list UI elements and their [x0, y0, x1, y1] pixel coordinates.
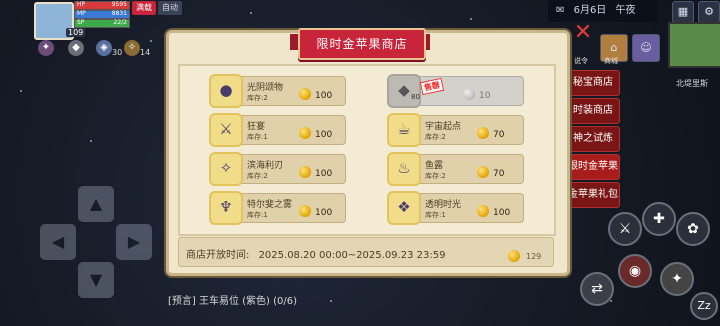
- apple-coin-icon: [463, 88, 475, 100]
- minimap[interactable]: [668, 22, 720, 68]
- shop-item-3[interactable]: ⚔ 狂宴 库存:1 100: [209, 113, 346, 147]
- dpad[interactable]: ▲ ◀ ▶ ▼: [40, 186, 152, 298]
- buff-count-1: 30: [112, 48, 123, 57]
- player-level: 109: [66, 28, 86, 37]
- dpad-up[interactable]: ▲: [78, 186, 114, 222]
- mail-icon: ✉: [556, 5, 565, 16]
- shield-icon[interactable]: ◆: [68, 40, 84, 56]
- item-stock: 库存:1: [247, 133, 268, 141]
- sword-icon: ⚔: [209, 113, 243, 147]
- apple-currency-icon: [508, 250, 520, 262]
- apple-coin-icon: [299, 205, 311, 217]
- apple-coin-icon: [299, 166, 311, 178]
- shop-open-period: 商店开放时间: 2025.08.20 00:00~2025.09.23 23:5…: [186, 246, 445, 261]
- rune-icon[interactable]: ✧: [124, 40, 140, 56]
- buff-count-2: 14: [140, 48, 151, 57]
- item-name: 透明时光: [425, 200, 462, 210]
- shop-item-7[interactable]: ♆ 特尔斐之雾 库存:1 100: [209, 191, 346, 225]
- item-name: 滨海利刃: [247, 161, 284, 171]
- bottle-icon: ♨: [387, 152, 421, 186]
- side-menu-treasure-shop[interactable]: 秘宝商店: [566, 70, 620, 96]
- item-stock: 80: [411, 93, 420, 101]
- item-stock: 库存:2: [425, 133, 446, 141]
- skill-potion-icon[interactable]: ✚: [642, 202, 676, 236]
- skill-sword-icon[interactable]: ⚔: [608, 212, 642, 246]
- sp-bar: SP 22/2: [74, 19, 130, 28]
- item-stock: 库存:2: [425, 172, 446, 180]
- shop-item-8[interactable]: ❖ 透明时光 库存:1 100: [387, 191, 524, 225]
- apple-coin-icon: [477, 205, 489, 217]
- item-price: 100: [315, 169, 333, 179]
- crystal-buff-icon[interactable]: ◈: [96, 40, 112, 56]
- item-name: 鱼露: [425, 161, 444, 171]
- shop-item-2[interactable]: ◆ 售罄 80 10: [387, 74, 524, 108]
- hp-bar: HP 9595: [74, 1, 130, 10]
- auto-mode-tag[interactable]: 自动: [158, 1, 182, 15]
- crystal-icon: ❖: [387, 191, 421, 225]
- shop-item-6[interactable]: ♨ 鱼露 库存:2 70: [387, 152, 524, 186]
- dpad-right[interactable]: ▶: [116, 224, 152, 260]
- teapot-icon: ☕: [387, 113, 421, 147]
- settings-icon[interactable]: ⚙: [698, 1, 720, 23]
- mp-bar: MP 8831: [74, 10, 130, 19]
- item-name: 狂宴: [247, 122, 266, 132]
- item-price: 100: [493, 208, 511, 218]
- item-stock: 库存:2: [247, 94, 268, 102]
- item-price: 100: [315, 208, 333, 218]
- auto-load-tag[interactable]: 满载: [132, 1, 156, 15]
- item-price: 10: [479, 91, 491, 101]
- pouch-icon[interactable]: ✦: [660, 262, 694, 296]
- apple-coin-icon: [477, 127, 489, 139]
- item-name: 光阴颂物: [247, 83, 284, 93]
- apple-coin-icon: [299, 127, 311, 139]
- item-price: 70: [493, 169, 505, 179]
- side-menu-god-trial[interactable]: 神之试炼: [566, 126, 620, 152]
- meat-icon[interactable]: ◉: [618, 254, 652, 288]
- item-stock: 库存:2: [247, 172, 268, 180]
- buff-icon[interactable]: ✦: [38, 40, 54, 56]
- item-stock: 库存:1: [247, 211, 268, 219]
- shop-item-4[interactable]: ☕ 宇宙起点 库存:2 70: [387, 113, 524, 147]
- minimap-location: 北堤里斯: [676, 79, 708, 88]
- shop-title: 限时金苹果商店: [298, 28, 426, 60]
- item-price: 70: [493, 130, 505, 140]
- open-period-label: 商店开放时间:: [186, 250, 250, 261]
- close-icon[interactable]: ✕: [572, 22, 594, 44]
- quest-message: [预言] 王车易位 (紫色) (0/6): [168, 296, 298, 307]
- side-menu-golden-apple-pack[interactable]: 金苹果礼包: [566, 182, 620, 208]
- sleep-icon[interactable]: Zz: [690, 292, 718, 320]
- item-stock: 库存:1: [425, 211, 446, 219]
- shop-item-5[interactable]: ✧ 滨海利刃 库存:2 100: [209, 152, 346, 186]
- goblet-icon: ♆: [209, 191, 243, 225]
- apple-coin-icon: [299, 88, 311, 100]
- skill-leaf-icon[interactable]: ✿: [676, 212, 710, 246]
- dpad-left[interactable]: ◀: [40, 224, 76, 260]
- gem-icon: ◆: [387, 74, 421, 108]
- swap-icon[interactable]: ⇄: [580, 272, 614, 306]
- side-menu-golden-apple-shop[interactable]: 限时金苹果: [566, 154, 620, 180]
- time-of-day: 午夜: [615, 5, 636, 16]
- top-icon-label-2: 商城: [604, 57, 618, 65]
- dpad-down[interactable]: ▼: [78, 262, 114, 298]
- open-period-value: 2025.08.20 00:00~2025.09.23 23:59: [258, 250, 446, 261]
- sold-out-stamp: 售罄: [419, 77, 445, 96]
- item-price: 100: [315, 130, 333, 140]
- top-icon-label-1: 说令: [574, 57, 588, 65]
- blade-icon: ✧: [209, 152, 243, 186]
- date-text: 6月6日: [573, 5, 607, 16]
- apple-currency-amount: 129: [526, 252, 542, 261]
- menu-icon[interactable]: ▦: [672, 1, 694, 23]
- item-name: 宇宙起点: [425, 122, 462, 132]
- dark-orb-icon: ●: [209, 74, 243, 108]
- side-menu-costume-shop[interactable]: 时装商店: [566, 98, 620, 124]
- shop-item-1[interactable]: ● 光阴颂物 库存:2 100: [209, 74, 346, 108]
- item-name: 特尔斐之雾: [247, 200, 293, 210]
- date-time-bar: ✉ 6月6日 午夜: [548, 0, 658, 22]
- item-price: 100: [315, 91, 333, 101]
- npc-icon[interactable]: ☺: [632, 34, 660, 62]
- apple-coin-icon: [477, 166, 489, 178]
